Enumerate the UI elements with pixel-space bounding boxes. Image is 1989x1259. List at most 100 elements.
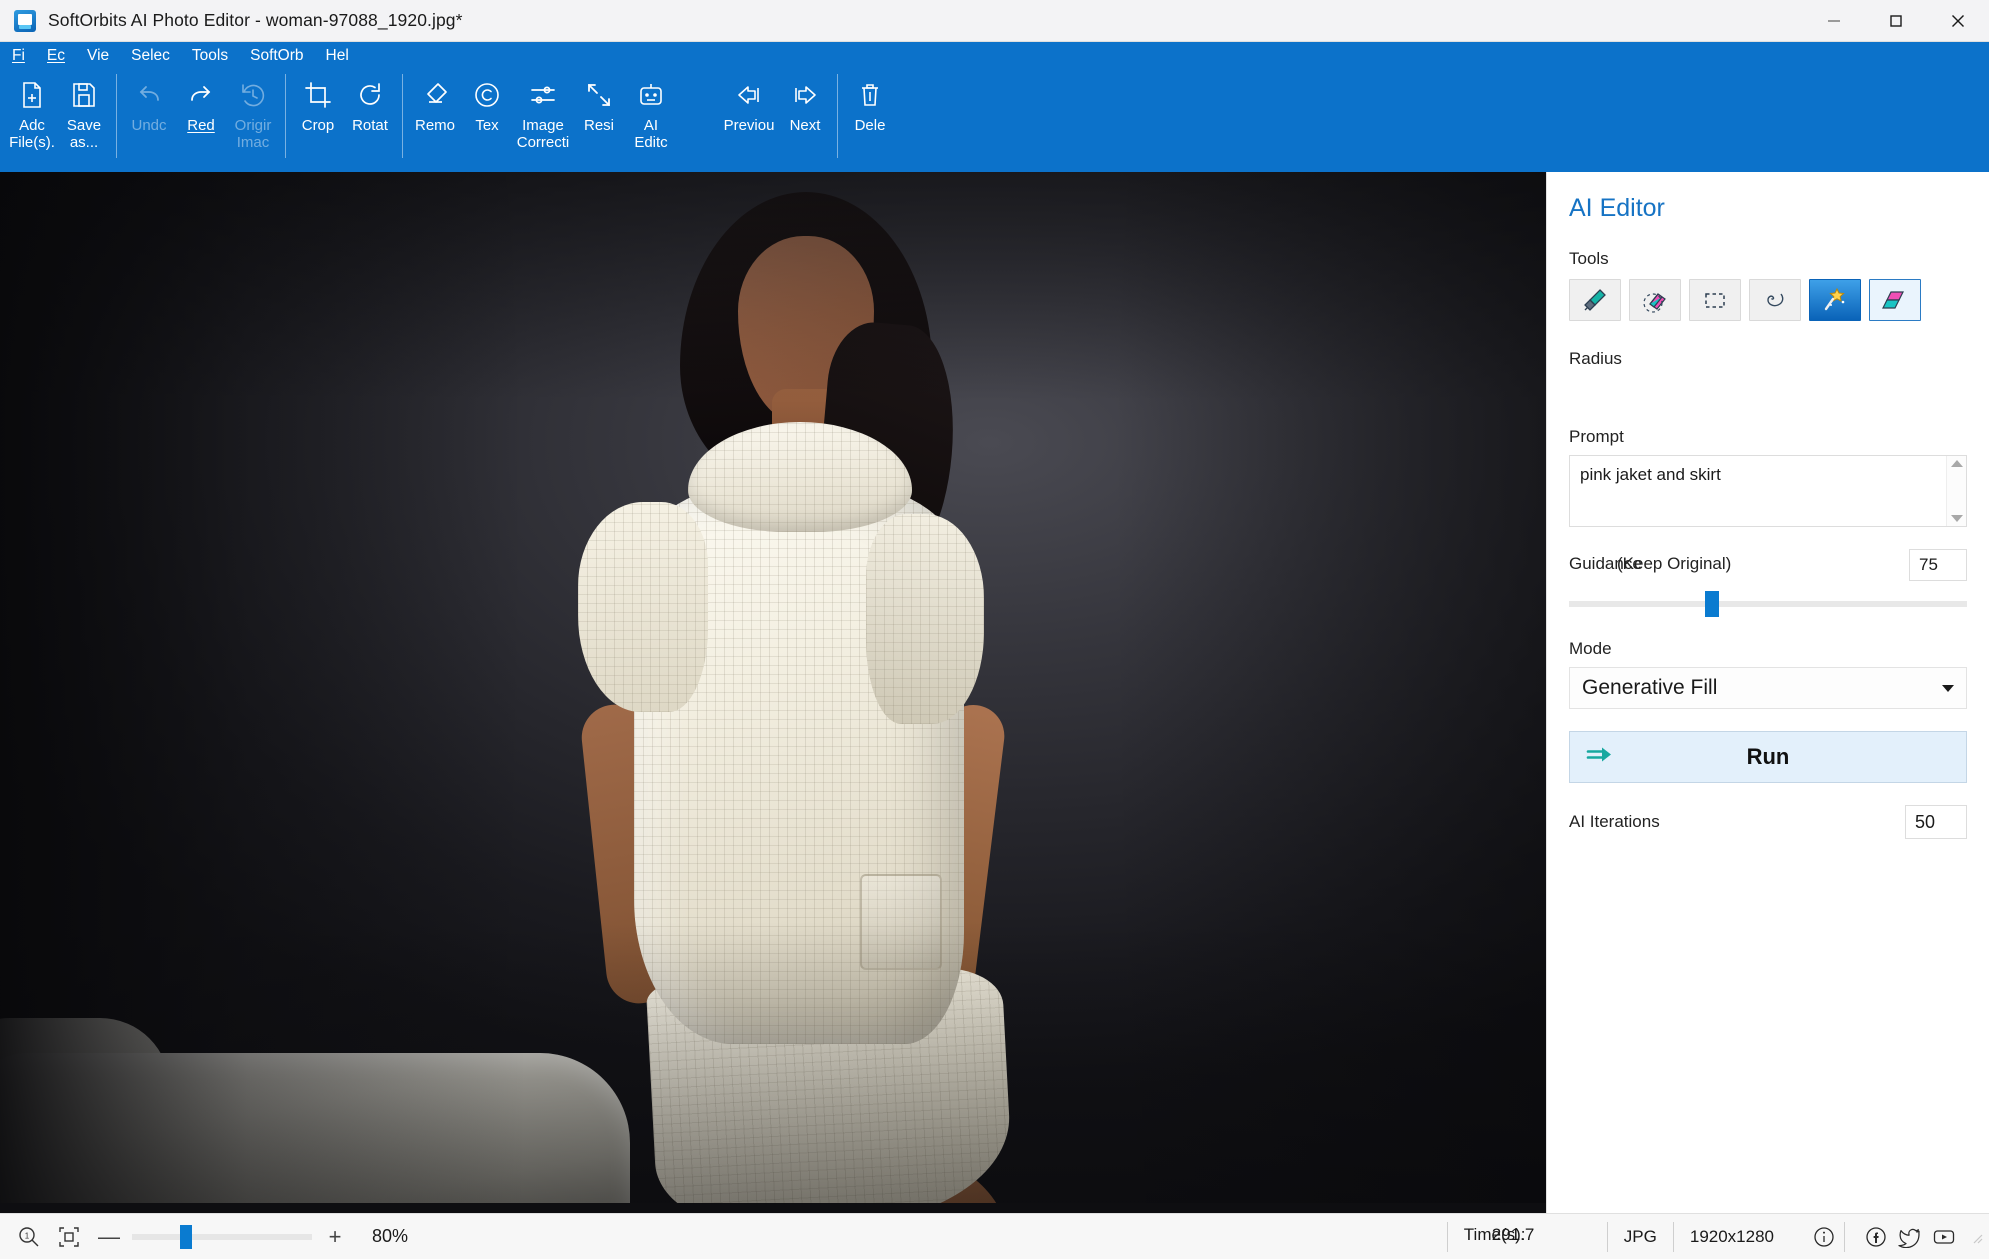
menu-select[interactable]: Selec <box>131 42 170 70</box>
scroll-down-icon[interactable] <box>1950 515 1963 522</box>
next-button[interactable]: Next <box>779 70 831 166</box>
app-icon <box>14 9 36 32</box>
iterations-input[interactable]: 50 <box>1905 805 1967 839</box>
close-button[interactable] <box>1927 0 1989 41</box>
prompt-value[interactable]: pink jaket and skirt <box>1570 456 1946 526</box>
tool-lasso[interactable] <box>1749 279 1801 321</box>
text-button[interactable]: Tex <box>461 70 513 166</box>
previous-button[interactable]: Previou <box>719 70 779 166</box>
save-as-label-2: as... <box>69 134 99 151</box>
zoom-out-button[interactable]: — <box>94 1222 124 1252</box>
ai-editor-label-2: Editc <box>634 134 668 151</box>
remove-label: Remo <box>414 117 455 134</box>
rect-select-icon <box>1701 286 1729 314</box>
youtube-icon[interactable] <box>1927 1222 1961 1252</box>
zoom-in-button[interactable]: + <box>320 1222 350 1252</box>
run-label: Run <box>1746 744 1790 769</box>
tools-row <box>1569 279 1967 321</box>
fit-to-window-icon[interactable] <box>54 1222 84 1252</box>
menu-softorbits[interactable]: SoftOrb <box>250 42 303 70</box>
undo-button[interactable]: Undc <box>123 70 175 166</box>
run-arrow-icon <box>1586 745 1616 770</box>
save-as-button[interactable]: Save as... <box>58 70 110 166</box>
redo-icon <box>186 80 216 110</box>
time-value: 291.7 <box>1491 1224 1535 1244</box>
tool-rect-select[interactable] <box>1689 279 1741 321</box>
magic-wand-icon <box>1821 286 1849 314</box>
zoom-slider-thumb[interactable] <box>180 1224 192 1249</box>
delete-button[interactable]: Dele <box>844 70 896 166</box>
tool-magic-wand[interactable] <box>1809 279 1861 321</box>
facebook-icon[interactable] <box>1859 1222 1893 1252</box>
menu-softorbits-label: SoftOrb <box>250 47 304 64</box>
image-correction-label-1: Image <box>522 117 564 134</box>
tools-label: Tools <box>1569 249 1609 268</box>
maximize-button[interactable] <box>1865 0 1927 41</box>
text-label: Tex <box>475 117 499 134</box>
main-body: AI Editor Tools Radius Prompt pink jaket… <box>0 172 1989 1213</box>
photo-vignette <box>0 172 1546 1213</box>
resize-icon <box>584 80 614 110</box>
time-cell: Time(s): 291.7 <box>1446 1221 1607 1252</box>
prompt-label: Prompt <box>1569 427 1624 446</box>
tool-brush[interactable] <box>1569 279 1621 321</box>
rotate-button[interactable]: Rotat <box>344 70 396 166</box>
image-canvas[interactable] <box>0 172 1546 1213</box>
original-image-button[interactable]: Origir Imac <box>227 70 279 166</box>
menu-help[interactable]: Hel <box>326 42 349 70</box>
image-correction-button[interactable]: Image Correcti <box>513 70 573 166</box>
resize-button[interactable]: Resi <box>573 70 625 166</box>
menu-edit[interactable]: Ec <box>47 42 65 70</box>
iterations-row: AI Iterations 50 <box>1569 805 1967 839</box>
minimize-button[interactable] <box>1803 0 1865 41</box>
history-icon <box>238 80 268 110</box>
original-image-label-2: Imac <box>236 134 270 151</box>
eraser-round-icon <box>1641 286 1669 314</box>
menu-select-label: Selec <box>131 47 170 64</box>
zoom-actual-size-icon[interactable]: 1 <box>14 1222 44 1252</box>
info-icon[interactable] <box>1804 1222 1844 1252</box>
remove-button[interactable]: Remo <box>409 70 461 166</box>
guidance-value-input[interactable]: 75 <box>1909 549 1967 581</box>
menu-view[interactable]: Vie <box>87 42 109 70</box>
keep-original-label: (Keep Original) <box>1617 554 1732 573</box>
menu-view-label: Vie <box>87 47 110 64</box>
zoom-percent: 80% <box>372 1226 409 1246</box>
ai-editor-label-1: AI <box>643 117 659 134</box>
resize-label: Resi <box>583 117 614 134</box>
save-as-label-1: Save <box>66 117 102 134</box>
add-files-button[interactable]: Adc File(s). <box>6 70 58 166</box>
ai-editor-button[interactable]: AI Editc <box>625 70 677 166</box>
radius-slider-area[interactable] <box>1569 379 1967 427</box>
guidance-slider[interactable] <box>1569 589 1967 619</box>
menu-file[interactable]: Fi <box>12 42 25 70</box>
robot-icon <box>636 80 666 110</box>
twitter-icon[interactable] <box>1893 1222 1927 1252</box>
application-window: SoftOrbits AI Photo Editor - woman-97088… <box>0 0 1989 1259</box>
run-button[interactable]: Run <box>1569 731 1967 783</box>
tool-fill[interactable] <box>1869 279 1921 321</box>
resize-grip[interactable] <box>1969 1230 1983 1244</box>
canvas-edge <box>0 1203 1546 1213</box>
original-image-label-1: Origir <box>234 117 272 134</box>
tool-eraser[interactable] <box>1629 279 1681 321</box>
trash-icon <box>855 80 885 110</box>
undo-label: Undc <box>131 117 167 134</box>
menu-tools-label: Tools <box>191 47 229 64</box>
menu-help-label: Hel <box>325 47 349 64</box>
mode-select[interactable]: Generative Fill <box>1569 667 1967 709</box>
prompt-input[interactable]: pink jaket and skirt <box>1569 455 1967 527</box>
redo-button[interactable]: Red <box>175 70 227 166</box>
menu-tools[interactable]: Tools <box>192 42 228 70</box>
guidance-row: Guidance (Keep Original) 75 <box>1569 549 1967 581</box>
scroll-up-icon[interactable] <box>1950 460 1963 467</box>
guidance-slider-thumb[interactable] <box>1705 591 1720 617</box>
image-correction-label-2: Correcti <box>516 134 570 151</box>
eraser-icon <box>420 80 450 110</box>
photo-woman-97088 <box>0 172 1546 1213</box>
ribbon-separator-3 <box>402 74 403 158</box>
prompt-scrollbar[interactable] <box>1946 456 1966 526</box>
crop-button[interactable]: Crop <box>292 70 344 166</box>
zoom-slider[interactable] <box>132 1224 312 1250</box>
delete-label: Dele <box>854 117 886 134</box>
